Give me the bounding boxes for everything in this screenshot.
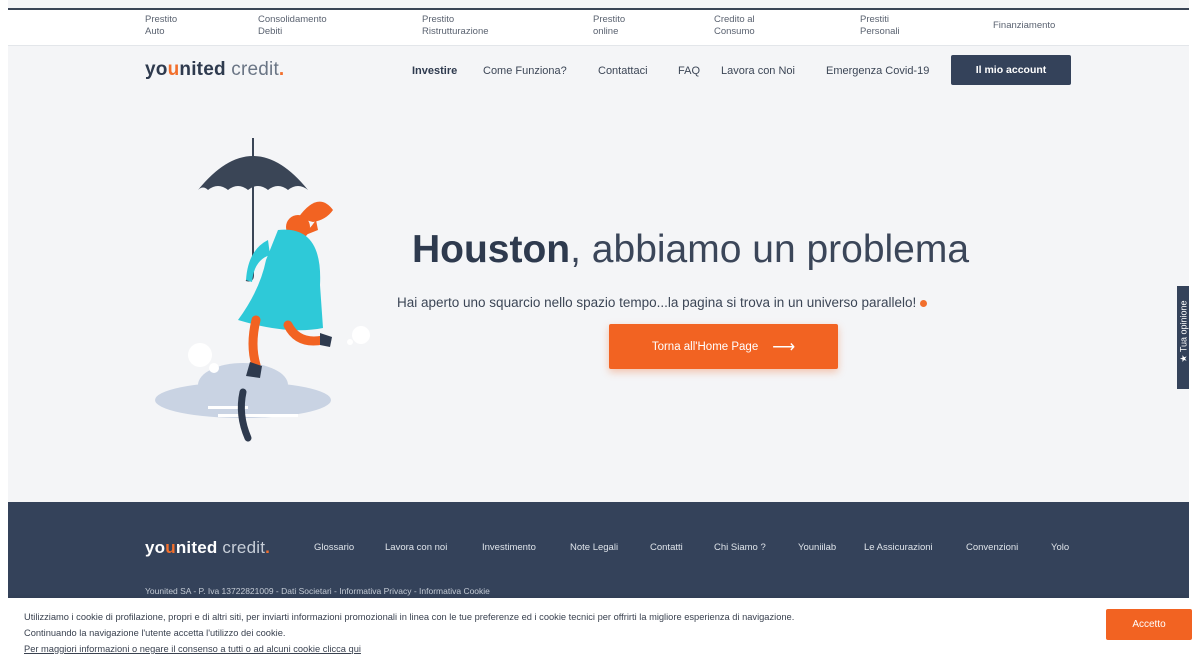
product-link-prestito-auto[interactable]: Prestito Auto <box>145 14 177 38</box>
footer-link-assicurazioni[interactable]: Le Assicurazioni <box>864 542 933 553</box>
product-link-prestito-online[interactable]: Prestito online <box>593 14 625 38</box>
illustration-woman-umbrella <box>155 138 370 442</box>
cookie-info-link[interactable]: Per maggiori informazioni o negare il co… <box>24 644 361 654</box>
logo[interactable]: younited credit. <box>145 59 284 81</box>
page-title: Houston, abbiamo un problema <box>412 228 970 271</box>
nav-come-funziona[interactable]: Come Funziona? <box>483 65 567 77</box>
product-link-prestito-ristrutturazione[interactable]: Prestito Ristrutturazione <box>422 14 489 38</box>
product-link-prestiti-personali[interactable]: Prestiti Personali <box>860 14 900 38</box>
page-subtitle: Hai aperto uno squarcio nello spazio tem… <box>397 295 928 310</box>
nav-investire[interactable]: Investire <box>412 65 457 77</box>
footer-link-glossario[interactable]: Glossario <box>314 542 354 553</box>
accept-cookies-button[interactable]: Accetto <box>1106 609 1192 640</box>
nav-contattaci[interactable]: Contattaci <box>598 65 648 77</box>
feedback-tab[interactable]: ★ Tua opinione <box>1177 286 1189 389</box>
product-link-finanziamento[interactable]: Finanziamento <box>993 20 1055 32</box>
footer-link-youniilab[interactable]: Youniilab <box>798 542 836 553</box>
footer-link-investimento[interactable]: Investimento <box>482 542 536 553</box>
nav-emergenza-covid[interactable]: Emergenza Covid-19 <box>826 65 929 77</box>
footer-link-note-legali[interactable]: Note Legali <box>570 542 618 553</box>
cookie-text-line1: Utilizziamo i cookie di profilazione, pr… <box>24 612 795 622</box>
product-bar: Prestito Auto Consolidamento Debiti Presti… <box>8 10 1189 46</box>
home-page-button[interactable]: Torna all'Home Page ⟶ <box>609 324 838 369</box>
footer-logo[interactable]: younited credit. <box>145 538 270 558</box>
cookie-banner: Utilizziamo i cookie di profilazione, pr… <box>8 598 1189 656</box>
footer: younited credit. Glossario Lavora con no… <box>8 502 1189 602</box>
footer-link-lavora-con-noi[interactable]: Lavora con noi <box>385 542 447 553</box>
footer-link-convenzioni[interactable]: Convenzioni <box>966 542 1018 553</box>
orange-dot-icon <box>920 299 928 307</box>
page: Prestito Auto Consolidamento Debiti Presti… <box>8 0 1189 656</box>
footer-link-yolo[interactable]: Yolo <box>1051 542 1069 553</box>
product-link-credito-consumo[interactable]: Credito al Consumo <box>714 14 755 38</box>
footer-link-chi-siamo[interactable]: Chi Siamo ? <box>714 542 766 553</box>
nav-faq[interactable]: FAQ <box>678 65 700 77</box>
footer-legal-text: Younited SA - P. Iva 13722821009 - Dati … <box>145 586 490 596</box>
my-account-button[interactable]: Il mio account <box>951 55 1071 85</box>
nav-lavora-con-noi[interactable]: Lavora con Noi <box>721 65 795 77</box>
arrow-right-icon: ⟶ <box>772 338 796 356</box>
cookie-text-line2: Continuando la navigazione l'utente acce… <box>24 628 286 638</box>
product-link-consolidamento-debiti[interactable]: Consolidamento Debiti <box>258 14 327 38</box>
footer-link-contatti[interactable]: Contatti <box>650 542 683 553</box>
